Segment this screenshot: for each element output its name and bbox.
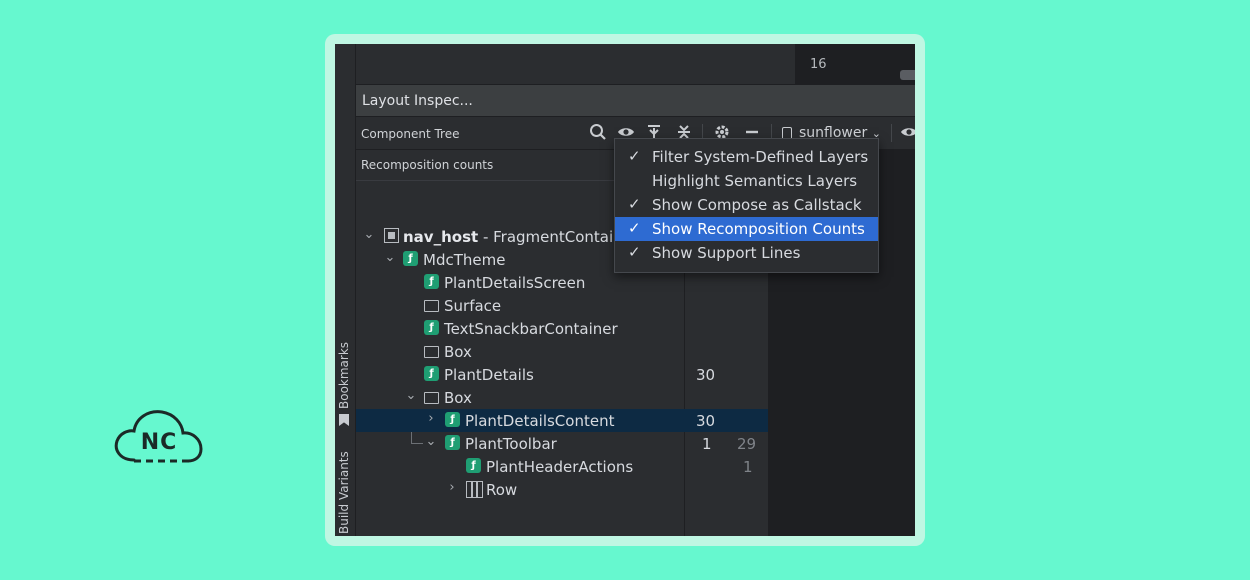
menu-item-label: Filter System-Defined Layers — [652, 148, 869, 166]
tree-row-name: nav_host — [403, 228, 479, 246]
tree-row-planttoolbar[interactable]: ⌄ ƒ PlantToolbar 1 29 — [356, 432, 768, 455]
view-options-menu: ✓ Filter System-Defined Layers Highlight… — [614, 138, 879, 273]
menu-item-label: Highlight Semantics Layers — [652, 172, 858, 190]
tree-row-label: PlantHeaderActions — [486, 458, 634, 476]
tree-row-label: Row — [486, 481, 518, 499]
eye-icon[interactable] — [899, 123, 915, 143]
tree-row-suffix: - FragmentContaine — [478, 228, 632, 246]
tree-row-box[interactable]: ⌄ Box — [356, 386, 768, 409]
ide-window: Bookmarks Build Variants 16 Layout Inspe… — [335, 44, 915, 536]
tree-row-label: nav_host - FragmentContaine — [403, 228, 632, 246]
chevron-down-icon[interactable]: ⌄ — [383, 250, 397, 265]
tree-row-label: PlantDetailsScreen — [444, 274, 586, 292]
compose-icon: ƒ — [466, 458, 481, 473]
bookmark-icon[interactable] — [339, 414, 349, 426]
tree-row-label: PlantDetailsContent — [465, 412, 615, 430]
compose-icon: ƒ — [424, 366, 439, 381]
checkmark-icon: ✓ — [628, 195, 641, 213]
menu-item-filter-system-layers[interactable]: ✓ Filter System-Defined Layers — [615, 145, 878, 169]
tree-row-label: Box — [444, 389, 472, 407]
recomposition-count: 30 — [696, 412, 716, 430]
tree-row-label: Surface — [444, 297, 502, 315]
tree-row-label: MdcTheme — [423, 251, 506, 269]
tree-row-box[interactable]: Box — [356, 340, 768, 363]
tree-row-surface[interactable]: Surface — [356, 294, 768, 317]
left-tool-strip: Bookmarks Build Variants — [335, 44, 356, 536]
tree-row-plantdetailscontent[interactable]: › ƒ PlantDetailsContent 30 — [356, 409, 768, 432]
toolbar-separator — [891, 124, 892, 142]
chevron-down-icon[interactable]: ⌄ — [362, 227, 376, 242]
nc-cloud-logo: NC — [112, 404, 206, 468]
tree-row-plantdetails[interactable]: ƒ PlantDetails 30 — [356, 363, 768, 386]
tree-row-textsnackbarcontainer[interactable]: ƒ TextSnackbarContainer — [356, 317, 768, 340]
recomposition-count: 1 — [702, 435, 712, 453]
compose-icon: ƒ — [424, 320, 439, 335]
menu-item-recomposition-counts[interactable]: ✓ Show Recomposition Counts — [615, 217, 878, 241]
search-icon[interactable] — [588, 123, 608, 143]
bookmarks-tab[interactable]: Bookmarks — [337, 342, 351, 409]
checkmark-icon: ✓ — [628, 147, 641, 165]
row-layout-icon — [466, 481, 483, 498]
layout-box-icon — [424, 392, 439, 404]
recomposition-skip-count: 1 — [743, 458, 753, 476]
layout-inspector-title-bar: Layout Inspec... — [356, 85, 915, 117]
recomposition-skip-count: 29 — [737, 435, 757, 453]
recomposition-counts-label: Recomposition counts — [361, 158, 494, 172]
logo-text: NC — [140, 430, 178, 455]
menu-item-label: Show Recomposition Counts — [652, 220, 865, 238]
compose-icon: ƒ — [424, 274, 439, 289]
tree-row-row[interactable]: › Row — [356, 478, 768, 501]
recomposition-count: 30 — [696, 366, 716, 384]
compose-icon: ƒ — [445, 412, 460, 427]
compose-icon: ƒ — [403, 251, 418, 266]
compose-icon: ƒ — [445, 435, 460, 450]
code-editor: 16 — [356, 44, 915, 85]
panel-title: Layout Inspec... — [362, 93, 473, 109]
menu-item-label: Show Support Lines — [652, 244, 801, 262]
chevron-down-icon[interactable]: ⌄ — [424, 434, 438, 449]
fragment-container-icon — [384, 228, 399, 243]
layout-box-icon — [424, 300, 439, 312]
chevron-right-icon[interactable]: › — [445, 480, 459, 495]
menu-item-highlight-semantics[interactable]: Highlight Semantics Layers — [615, 169, 878, 193]
menu-item-label: Show Compose as Callstack — [652, 196, 862, 214]
tree-row-label: TextSnackbarContainer — [444, 320, 618, 338]
chevron-right-icon[interactable]: › — [424, 411, 438, 426]
tree-row-label: PlantToolbar — [465, 435, 557, 453]
line-number: 16 — [810, 57, 827, 72]
tree-row-label: PlantDetails — [444, 366, 534, 384]
layout-box-icon — [424, 346, 439, 358]
tree-row-label: Box — [444, 343, 472, 361]
build-variants-tab[interactable]: Build Variants — [337, 451, 351, 534]
tree-row-plantdetailsscreen[interactable]: ƒ PlantDetailsScreen — [356, 271, 768, 294]
menu-item-support-lines[interactable]: ✓ Show Support Lines — [615, 241, 878, 265]
checkmark-icon: ✓ — [628, 219, 641, 237]
menu-item-compose-callstack[interactable]: ✓ Show Compose as Callstack — [615, 193, 878, 217]
editor-scrollbar[interactable] — [900, 70, 915, 80]
checkmark-icon: ✓ — [628, 243, 641, 261]
chevron-down-icon[interactable]: ⌄ — [404, 388, 418, 403]
tree-row-plantheaderactions[interactable]: ƒ PlantHeaderActions 1 — [356, 455, 768, 478]
component-tree-label: Component Tree — [361, 127, 460, 141]
